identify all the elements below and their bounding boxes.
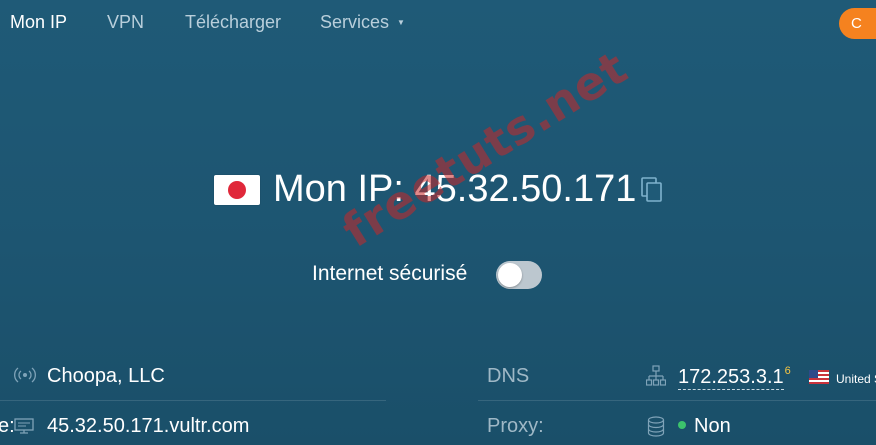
dns-value: 172.253.3.1 bbox=[678, 366, 784, 390]
host-label-fragment: e: bbox=[0, 415, 15, 437]
nav-item-vpn[interactable]: VPN bbox=[107, 12, 144, 33]
toggle-knob bbox=[498, 263, 522, 287]
network-icon bbox=[646, 365, 666, 386]
japan-flag-icon bbox=[214, 175, 260, 205]
dns-country: United S bbox=[836, 372, 876, 386]
broadcast-icon bbox=[14, 367, 36, 383]
copy-icon[interactable] bbox=[641, 177, 663, 203]
dns-value-group[interactable]: 172.253.3.16 bbox=[678, 365, 791, 390]
proxy-label: Proxy: bbox=[487, 415, 544, 437]
host-value: 45.32.50.171.vultr.com bbox=[47, 415, 250, 437]
top-nav: Mon IP VPN Télécharger Services ▼ C bbox=[0, 0, 876, 46]
proxy-value: Non bbox=[694, 415, 731, 437]
secure-internet-toggle[interactable] bbox=[496, 261, 542, 289]
divider bbox=[0, 400, 386, 401]
divider bbox=[478, 400, 876, 401]
nav-item-services-label: Services bbox=[320, 12, 390, 32]
page-title: Mon IP: 45.32.50.171 bbox=[273, 168, 637, 210]
ip-info-panel: Choopa, LLC DNS 172.253.3.16 United S e:… bbox=[0, 352, 876, 445]
chevron-down-icon: ▼ bbox=[397, 18, 405, 27]
proxy-status: Non bbox=[678, 415, 731, 438]
database-icon bbox=[647, 416, 665, 437]
isp-value: Choopa, LLC bbox=[47, 365, 165, 387]
nav-item-services[interactable]: Services ▼ bbox=[320, 12, 405, 33]
secure-internet-row: Internet sécurisé bbox=[0, 258, 876, 292]
server-icon bbox=[14, 418, 34, 434]
ip-hero: Mon IP: 45.32.50.171 bbox=[0, 160, 876, 220]
cta-button[interactable]: C bbox=[839, 8, 876, 39]
watermark: freetuts.net bbox=[333, 39, 637, 258]
us-flag-icon bbox=[809, 370, 829, 384]
nav-item-telecharger[interactable]: Télécharger bbox=[185, 12, 281, 33]
dns-label: DNS bbox=[487, 365, 530, 387]
dns-superscript: 6 bbox=[784, 365, 791, 377]
secure-internet-label: Internet sécurisé bbox=[312, 262, 468, 285]
nav-item-mon-ip[interactable]: Mon IP bbox=[10, 12, 67, 33]
status-dot-icon bbox=[678, 421, 686, 429]
